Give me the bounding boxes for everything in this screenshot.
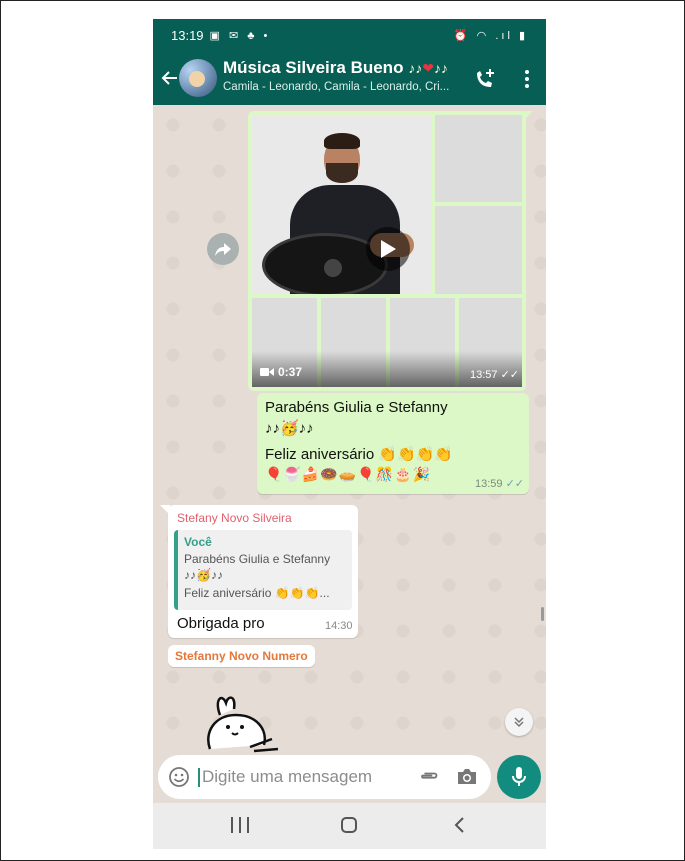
quote-line: Parabéns Giulia e Stefanny	[184, 552, 331, 566]
read-ticks-icon: ✓✓	[500, 369, 520, 381]
group-name: Música Silveira Bueno	[223, 58, 404, 77]
add-call-button[interactable]	[471, 65, 499, 93]
text-caret	[198, 768, 200, 787]
reply-text: Obrigada pro	[177, 615, 265, 632]
nav-back-button[interactable]	[451, 814, 469, 836]
chat-header: Música Silveira Bueno ♪♪❤♪♪ Camila - Leo…	[153, 51, 546, 105]
camera-icon	[458, 769, 476, 784]
incoming-reply-message[interactable]: Stefany Novo Silveira Você Parabéns Giul…	[168, 505, 358, 638]
more-options-button[interactable]	[517, 65, 537, 93]
title-music-emoji-2: ♪♪	[433, 60, 448, 76]
message-composer	[158, 755, 491, 799]
more-options-icon	[525, 70, 529, 74]
back-arrow-icon	[161, 71, 177, 85]
chat-area[interactable]: 0:37 13:57 ✓✓ Parabéns Giulia e Stefanny…	[153, 105, 546, 755]
quote-author: Você	[184, 535, 212, 549]
media-time-text: 13:57	[470, 369, 498, 381]
chat-title-block[interactable]: Música Silveira Bueno ♪♪❤♪♪ Camila - Leo…	[223, 58, 461, 93]
message-line: Parabéns Giulia e Stefanny	[265, 399, 448, 416]
attach-button[interactable]	[416, 765, 440, 789]
status-notification-icons: ▣ ✉ ♣ •	[209, 29, 271, 42]
voice-record-button[interactable]	[497, 755, 541, 799]
group-title: Música Silveira Bueno ♪♪❤♪♪	[223, 58, 461, 78]
mic-icon	[512, 767, 526, 786]
quote-line: ♪♪🥳♪♪	[184, 568, 223, 582]
play-icon	[381, 240, 396, 258]
emoji-icon	[169, 767, 189, 787]
sender-name[interactable]: Stefany Novo Silveira	[177, 511, 292, 525]
message-timestamp: 14:30	[325, 620, 353, 632]
message-line: 🎈🍧🍰🍩🥧🎈🎊🎂🎉	[265, 466, 431, 482]
emoji-button[interactable]	[168, 766, 190, 788]
add-call-icon	[477, 69, 494, 87]
chevron-down-icon	[514, 717, 524, 728]
read-ticks-icon: ✓✓	[505, 478, 525, 490]
message-line: Feliz aniversário 👏👏👏👏	[265, 446, 454, 463]
birthday-message[interactable]: Parabéns Giulia e Stefanny ♪♪🥳♪♪ Feliz a…	[257, 393, 529, 494]
video-camera-icon	[260, 368, 274, 376]
video-duration: 0:37	[260, 365, 302, 379]
forward-icon	[215, 243, 231, 256]
recents-icon	[231, 817, 233, 833]
next-sender-name[interactable]: Stefanny Novo Numero	[168, 645, 315, 667]
media-album-message[interactable]: 0:37 13:57 ✓✓	[248, 111, 526, 391]
forward-button[interactable]	[207, 233, 239, 265]
scroll-to-bottom-button[interactable]	[505, 708, 533, 736]
media-timestamp: 13:57 ✓✓	[470, 368, 519, 381]
camera-button[interactable]	[455, 765, 479, 789]
system-nav-bar	[153, 803, 546, 849]
video-thumbnail[interactable]	[252, 115, 431, 294]
quoted-message[interactable]: Você Parabéns Giulia e Stefanny ♪♪🥳♪♪ Fe…	[174, 530, 352, 610]
play-button[interactable]	[366, 227, 410, 271]
group-avatar[interactable]	[179, 59, 217, 97]
message-input[interactable]	[202, 766, 372, 788]
video-duration-text: 0:37	[278, 365, 303, 379]
album-thumbnail[interactable]	[435, 115, 522, 202]
message-line: ♪♪🥳♪♪	[265, 420, 314, 437]
title-music-emoji: ♪♪	[408, 60, 423, 76]
status-bar: 13:19 ▣ ✉ ♣ • ⏰ ◠ .ıl ▮	[153, 19, 546, 51]
title-heart-emoji: ❤	[422, 60, 434, 76]
phone-screen: 13:19 ▣ ✉ ♣ • ⏰ ◠ .ıl ▮ Música Silveira …	[153, 19, 546, 849]
group-participants: Camila - Leonardo, Camila - Leonardo, Cr…	[223, 81, 450, 93]
recents-button[interactable]	[231, 817, 249, 833]
status-system-icons: ⏰ ◠ .ıl ▮	[453, 29, 528, 42]
attach-icon	[421, 772, 438, 779]
status-time: 13:19	[171, 27, 204, 43]
bunny-sticker[interactable]	[198, 689, 288, 755]
message-timestamp: 13:59 ✓✓	[475, 477, 524, 490]
album-thumbnail[interactable]	[435, 206, 522, 294]
nav-back-icon	[454, 817, 464, 833]
quote-line: Feliz aniversário 👏👏👏...	[184, 586, 330, 600]
message-time-text: 13:59	[475, 478, 503, 490]
home-button[interactable]	[341, 817, 357, 833]
scrollbar-thumb[interactable]	[541, 607, 544, 621]
